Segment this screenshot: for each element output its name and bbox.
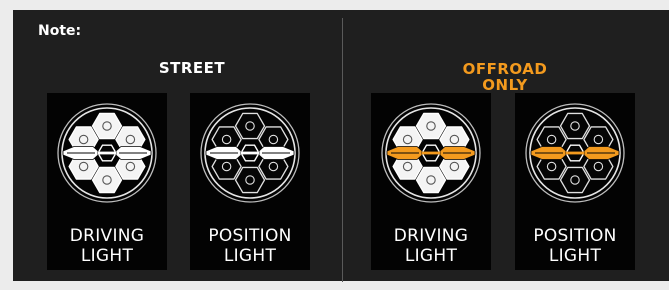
note-label: Note: bbox=[38, 23, 82, 39]
street-driving-light-card: DRIVING LIGHT bbox=[47, 93, 167, 270]
card-label-line2: LIGHT bbox=[80, 246, 134, 266]
card-label-line2: LIGHT bbox=[404, 246, 458, 266]
card-label-line1: POSITION bbox=[208, 226, 292, 246]
card-label-line1: POSITION bbox=[533, 226, 617, 246]
street-position-light-card: POSITION LIGHT bbox=[190, 93, 310, 270]
card-label-line1: DRIVING bbox=[69, 226, 145, 246]
card-label-line2: LIGHT bbox=[548, 246, 602, 266]
offroad-driving-light-card: DRIVING LIGHT bbox=[371, 93, 491, 270]
headlight-pod-icon bbox=[381, 103, 481, 203]
card-label-line1: DRIVING bbox=[393, 226, 469, 246]
section-divider bbox=[342, 18, 343, 282]
lighting-modes-panel: Note: STREET DRIVING LIGHT POSITION LIGH… bbox=[13, 10, 669, 282]
offroad-position-light-card: POSITION LIGHT bbox=[515, 93, 635, 270]
headlight-pod-icon bbox=[57, 103, 157, 203]
section-title-street: STREET bbox=[158, 59, 226, 77]
card-label-line2: LIGHT bbox=[223, 246, 277, 266]
headlight-pod-icon bbox=[525, 103, 625, 203]
headlight-pod-icon bbox=[200, 103, 300, 203]
section-title-offroad: OFFROAD ONLY bbox=[462, 60, 548, 94]
